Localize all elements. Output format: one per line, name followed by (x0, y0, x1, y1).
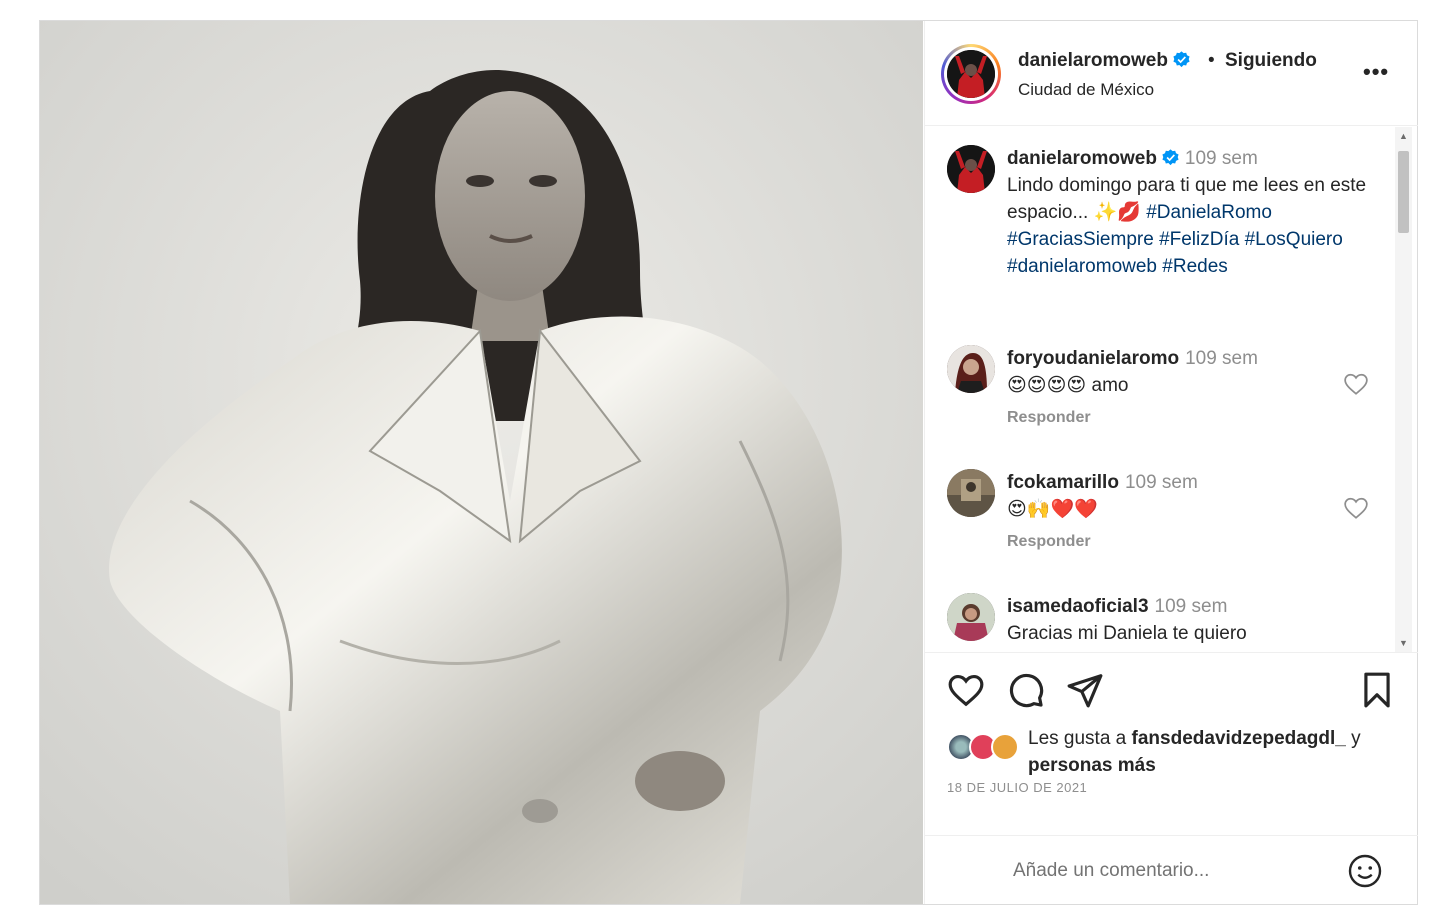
caption-avatar[interactable] (947, 145, 995, 193)
post-actions: Les gusta a fansdedavidzepedagdl_ y pers… (925, 652, 1418, 904)
comment-like-icon[interactable] (1343, 371, 1369, 397)
scroll-up-arrow-icon[interactable]: ▲ (1399, 131, 1408, 141)
hashtag-link[interactable]: #Redes (1162, 256, 1228, 277)
header-separator: • (1208, 50, 1215, 71)
likes-suffix: y (1345, 728, 1361, 749)
scroll-down-arrow-icon[interactable]: ▼ (1399, 638, 1408, 648)
post-photo[interactable] (40, 21, 923, 904)
comment-avatar[interactable] (947, 345, 995, 393)
instagram-post: danielaromoweb • Siguiendo Ciudad de Méx… (39, 20, 1418, 905)
like-heart-icon[interactable] (947, 671, 985, 709)
hashtag-link[interactable]: #danielaromoweb (1007, 256, 1157, 277)
comment-username[interactable]: fcokamarillo (1007, 472, 1119, 493)
comment-username[interactable]: isamedaoficial3 (1007, 596, 1149, 617)
caption-emojis: ✨💋 (1093, 202, 1141, 223)
location-link[interactable]: Ciudad de México (1018, 80, 1154, 100)
reply-button[interactable]: Responder (1007, 533, 1091, 551)
comment-body: Gracias mi Daniela te quiero (1007, 623, 1247, 644)
more-options-icon[interactable]: ••• (1363, 59, 1389, 85)
caption-username[interactable]: danielaromoweb (1007, 148, 1157, 169)
comment-avatar[interactable] (947, 593, 995, 641)
emoji-smiley-icon[interactable] (1347, 853, 1383, 889)
portrait-image (40, 21, 923, 904)
comment-bubble-icon[interactable] (1007, 671, 1045, 709)
comment-time[interactable]: 109 sem (1155, 596, 1228, 617)
comment-text: isamedaoficial3 109 sem Gracias mi Daniel… (1007, 593, 1367, 647)
following-button[interactable]: Siguiendo (1225, 50, 1317, 72)
share-send-icon[interactable] (1066, 671, 1104, 709)
liked-by-text: Les gusta a fansdedavidzepedagdl_ y pers… (1028, 725, 1388, 779)
comment-input[interactable]: Añade un comentario... (1013, 860, 1209, 882)
comment-time[interactable]: 109 sem (1185, 348, 1258, 369)
post-header: danielaromoweb • Siguiendo Ciudad de Méx… (925, 21, 1418, 126)
comment-body: 😍🙌❤️❤️ (1007, 499, 1098, 520)
add-comment-bar: Añade un comentario... (925, 835, 1418, 905)
comment-text: foryoudanielaromo 109 sem 😍😍😍😍 amo (1007, 345, 1367, 399)
header-username[interactable]: danielaromoweb (1018, 50, 1190, 72)
hashtag-link[interactable]: #DanielaRomo (1146, 202, 1272, 223)
hashtag-link[interactable]: #LosQuiero (1245, 229, 1343, 250)
likes-prefix: Les gusta a (1028, 728, 1132, 749)
post-date[interactable]: 18 DE JULIO DE 2021 (947, 780, 1087, 795)
likes-others-link[interactable]: personas más (1028, 755, 1156, 776)
caption-text: danielaromoweb 109 sem Lindo domingo para… (1007, 145, 1367, 280)
comment-text: fcokamarillo 109 sem 😍🙌❤️❤️ (1007, 469, 1367, 523)
comment-body: 😍😍😍😍 amo (1007, 375, 1129, 396)
verified-badge-icon (1173, 51, 1190, 68)
caption-time[interactable]: 109 sem (1185, 148, 1258, 169)
post-side-panel: danielaromoweb • Siguiendo Ciudad de Méx… (924, 21, 1418, 904)
comment-like-icon[interactable] (1343, 495, 1369, 521)
profile-avatar[interactable] (941, 44, 1001, 104)
liker-avatar (991, 733, 1019, 761)
scroll-thumb[interactable] (1398, 151, 1409, 233)
comments-scrollbar[interactable]: ▲ ▼ (1395, 127, 1412, 652)
liked-by-avatars[interactable] (947, 733, 1027, 763)
reply-button[interactable]: Responder (1007, 409, 1091, 427)
verified-badge-icon (1162, 149, 1179, 166)
hashtag-link[interactable]: #GraciasSiempre (1007, 229, 1154, 250)
liker-username[interactable]: fansdedavidzepedagdl_ (1132, 728, 1346, 749)
hashtag-link[interactable]: #FelizDía (1159, 229, 1239, 250)
comment-username[interactable]: foryoudanielaromo (1007, 348, 1179, 369)
comment-avatar[interactable] (947, 469, 995, 517)
comments-list[interactable]: danielaromoweb 109 sem Lindo domingo para… (925, 127, 1418, 652)
comment-time[interactable]: 109 sem (1125, 472, 1198, 493)
save-bookmark-icon[interactable] (1358, 671, 1396, 709)
